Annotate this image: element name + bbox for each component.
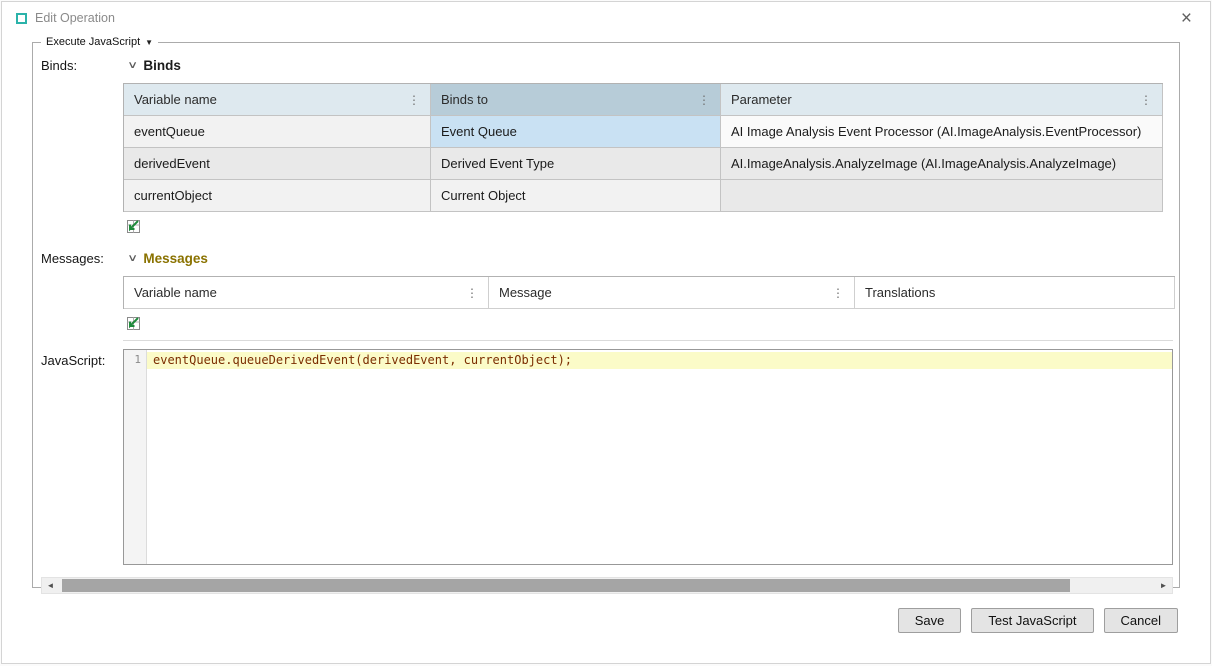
scrollbar-thumb[interactable] (62, 579, 1070, 592)
cell-binds-to[interactable]: Derived Event Type (431, 148, 721, 180)
javascript-section: 1 eventQueue.queueDerivedEvent(derivedEv… (121, 349, 1175, 565)
operation-content: Binds: ∨ Binds Variable name ⋮ Binds to (39, 48, 1175, 565)
edit-operation-dialog: Edit Operation × Execute JavaScript ▼ Bi… (1, 1, 1211, 664)
column-header-parameter[interactable]: Parameter ⋮ (721, 84, 1163, 116)
cell-binds-to[interactable]: Current Object (431, 180, 721, 212)
binds-header-row: Variable name ⋮ Binds to ⋮ Parameter ⋮ (124, 84, 1163, 116)
table-row: derivedEvent Derived Event Type AI.Image… (124, 148, 1163, 180)
column-menu-icon[interactable]: ⋮ (692, 93, 710, 107)
table-row: eventQueue Event Queue AI Image Analysis… (124, 116, 1163, 148)
test-javascript-button[interactable]: Test JavaScript (971, 608, 1093, 633)
messages-label: Messages: (41, 243, 121, 349)
column-menu-icon[interactable]: ⋮ (1134, 93, 1152, 107)
binds-table: Variable name ⋮ Binds to ⋮ Parameter ⋮ (123, 83, 1163, 212)
cell-parameter[interactable] (721, 180, 1163, 212)
editor-gutter: 1 (124, 350, 147, 564)
add-bind-row-icon[interactable] (125, 217, 1175, 235)
messages-table: Variable name ⋮ Message ⋮ Translations (123, 276, 1175, 309)
close-icon[interactable]: × (1177, 9, 1196, 28)
messages-header-row: Variable name ⋮ Message ⋮ Translations (124, 277, 1175, 309)
add-message-row-icon[interactable] (125, 314, 1175, 332)
chevron-down-icon: ▼ (145, 38, 153, 47)
column-menu-icon[interactable]: ⋮ (460, 286, 478, 300)
binds-section-title: Binds (143, 58, 181, 73)
cancel-button[interactable]: Cancel (1104, 608, 1178, 633)
binds-section-header[interactable]: ∨ Binds (129, 58, 1175, 73)
javascript-label: JavaScript: (41, 349, 121, 565)
messages-section: ∨ Messages Variable name ⋮ Message ⋮ (121, 243, 1175, 349)
column-header-variable-name[interactable]: Variable name ⋮ (124, 277, 489, 309)
section-divider (123, 340, 1173, 341)
cell-binds-to-selected[interactable]: Event Queue (431, 116, 721, 148)
scrollbar-track[interactable] (59, 578, 1155, 593)
chevron-down-icon: ∨ (127, 253, 138, 264)
scroll-left-icon[interactable]: ◄ (42, 578, 59, 593)
column-header-translations[interactable]: Translations (855, 277, 1175, 309)
cell-parameter[interactable]: AI.ImageAnalysis.AnalyzeImage (AI.ImageA… (721, 148, 1163, 180)
column-header-binds-to[interactable]: Binds to ⋮ (431, 84, 721, 116)
binds-section: ∨ Binds Variable name ⋮ Binds to ⋮ (121, 50, 1175, 243)
titlebar: Edit Operation × (2, 2, 1210, 34)
horizontal-scrollbar[interactable]: ◄ ► (41, 577, 1173, 594)
window-icon (16, 13, 27, 24)
column-header-variable-name[interactable]: Variable name ⋮ (124, 84, 431, 116)
table-row: currentObject Current Object (124, 180, 1163, 212)
editor-code-area[interactable]: eventQueue.queueDerivedEvent(derivedEven… (147, 350, 1172, 564)
cell-variable-name[interactable]: currentObject (124, 180, 431, 212)
dialog-buttons: Save Test JavaScript Cancel (2, 608, 1178, 633)
column-menu-icon[interactable]: ⋮ (402, 93, 420, 107)
cell-variable-name[interactable]: derivedEvent (124, 148, 431, 180)
operation-group: Execute JavaScript ▼ Binds: ∨ Binds Vari… (32, 36, 1180, 588)
code-line[interactable]: eventQueue.queueDerivedEvent(derivedEven… (147, 352, 1172, 369)
column-menu-icon[interactable]: ⋮ (826, 286, 844, 300)
scroll-right-icon[interactable]: ► (1155, 578, 1172, 593)
window-title: Edit Operation (35, 11, 115, 25)
cell-variable-name[interactable]: eventQueue (124, 116, 431, 148)
operation-type-dropdown[interactable]: Execute JavaScript ▼ (41, 36, 158, 48)
cell-parameter[interactable]: AI Image Analysis Event Processor (AI.Im… (721, 116, 1163, 148)
chevron-down-icon: ∨ (127, 60, 138, 71)
column-header-message[interactable]: Message ⋮ (489, 277, 855, 309)
messages-section-title: Messages (143, 251, 208, 266)
javascript-editor[interactable]: 1 eventQueue.queueDerivedEvent(derivedEv… (123, 349, 1173, 565)
binds-label: Binds: (41, 50, 121, 243)
operation-type-label: Execute JavaScript (46, 36, 140, 48)
save-button[interactable]: Save (898, 608, 962, 633)
line-number: 1 (124, 353, 141, 366)
messages-section-header[interactable]: ∨ Messages (129, 251, 1175, 266)
